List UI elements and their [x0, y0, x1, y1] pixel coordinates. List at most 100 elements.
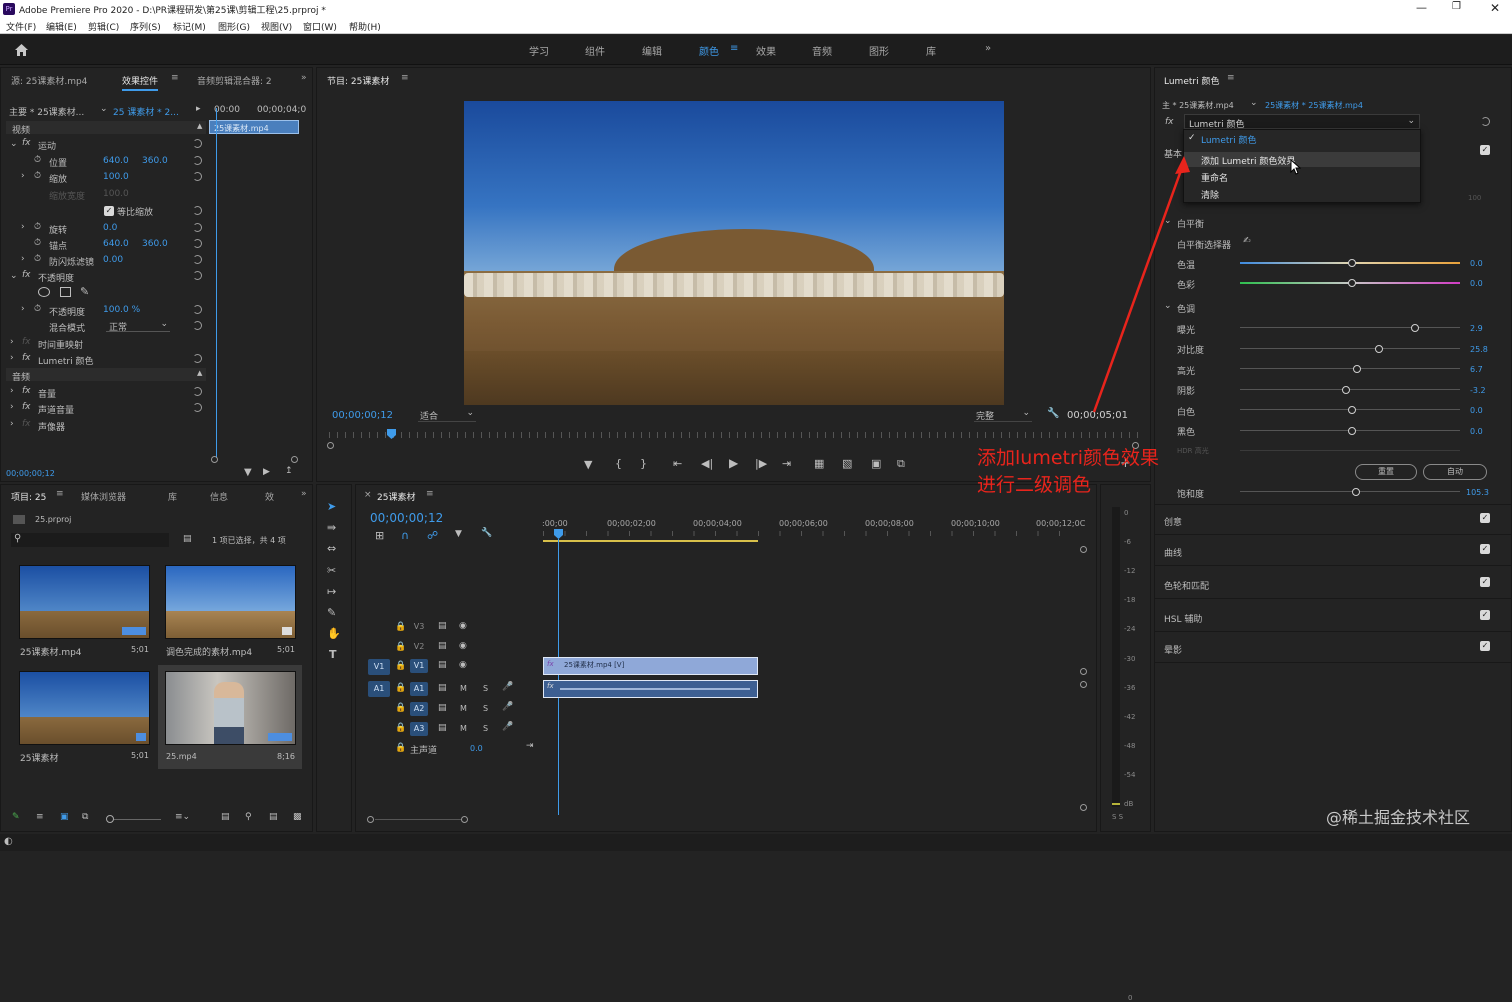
lock-icon[interactable]: 🔒 — [395, 723, 406, 733]
video-frame[interactable] — [464, 101, 1004, 405]
expand-icon[interactable]: › — [10, 402, 14, 412]
section-curves[interactable]: 曲线 — [1164, 546, 1182, 559]
work-area-bar[interactable] — [543, 540, 758, 542]
panner-label[interactable]: 声像器 — [38, 420, 65, 433]
zoom-handle-left[interactable] — [211, 456, 218, 463]
contrast-knob[interactable] — [1375, 345, 1383, 353]
timeline-timecode[interactable]: 00;00;00;12 — [370, 511, 443, 525]
timeline-settings-icon[interactable]: 🔧 — [481, 528, 492, 538]
lock-icon[interactable]: 🔒 — [395, 703, 406, 713]
sync-lock-icon[interactable]: ▤ — [438, 703, 447, 713]
lock-icon[interactable]: 🔒 — [395, 642, 406, 652]
ec-playhead[interactable] — [216, 108, 217, 458]
project-thumb[interactable] — [165, 565, 296, 639]
filter-icon[interactable]: ▼ — [244, 467, 252, 478]
chevron-down-icon[interactable]: ⌄ — [1250, 98, 1258, 108]
sort-icon[interactable]: ≡⌄ — [175, 812, 190, 822]
tab-effect-controls[interactable]: 效果控件 — [122, 74, 159, 91]
master-clip-label[interactable]: 主要 * 25课素材... — [9, 105, 84, 118]
project-search-input[interactable]: ⚲ — [11, 533, 169, 547]
hand-tool-icon[interactable]: ✋ — [327, 627, 341, 640]
reset-icon[interactable] — [193, 321, 202, 330]
opacity-value[interactable]: 100.0 % — [103, 305, 140, 315]
find-icon[interactable]: ⚲ — [245, 812, 252, 822]
menu-item-lumetri[interactable]: Lumetri 颜色 — [1201, 133, 1256, 146]
camera-icon[interactable]: ▣ — [871, 457, 881, 470]
project-thumb[interactable] — [19, 565, 150, 639]
channel-volume-label[interactable]: 声道音量 — [38, 403, 74, 416]
expand-icon[interactable]: › — [10, 353, 14, 363]
wheels-enable-checkbox[interactable]: ✓ — [1480, 577, 1490, 587]
anchor-y-value[interactable]: 360.0 — [142, 239, 168, 249]
menu-edit[interactable]: 编辑(E) — [46, 20, 77, 33]
slip-tool-icon[interactable]: ↦ — [327, 585, 336, 598]
stopwatch-icon[interactable]: ⏱ — [34, 155, 41, 165]
ec-timecode[interactable]: 00;00;00;12 — [6, 469, 55, 478]
lumetri-panel-title[interactable]: Lumetri 颜色 — [1164, 74, 1219, 87]
stopwatch-icon[interactable]: ⏱ — [34, 254, 41, 264]
restore-icon[interactable]: ❐ — [1452, 1, 1461, 12]
panel-menu-icon[interactable]: ≡ — [426, 489, 434, 499]
track-target-v1[interactable]: V1 — [410, 659, 428, 673]
ec-clip-bar[interactable]: 25课素材.mp4 — [209, 120, 299, 134]
hsl-enable-checkbox[interactable]: ✓ — [1480, 610, 1490, 620]
go-to-end-icon[interactable]: ⇥ — [526, 741, 534, 751]
export-icon[interactable]: ↥ — [285, 466, 293, 476]
fx-icon[interactable]: fx — [22, 386, 31, 396]
extract-icon[interactable]: ▧ — [842, 457, 852, 470]
track-target-v2[interactable]: V2 — [410, 640, 428, 654]
panel-menu-icon[interactable]: ≡ — [171, 73, 179, 83]
workspace-menu-icon[interactable]: ≡ — [730, 43, 738, 54]
auto-button[interactable]: 自动 — [1423, 464, 1487, 480]
reset-icon[interactable] — [193, 206, 202, 215]
position-x-value[interactable]: 640.0 — [103, 156, 129, 166]
reset-icon[interactable] — [193, 354, 202, 363]
close-icon[interactable]: ✕ — [1490, 1, 1500, 15]
blacks-value[interactable]: 0.0 — [1470, 427, 1483, 436]
sync-lock-icon[interactable]: ▤ — [438, 660, 447, 670]
mute-button[interactable]: M — [460, 724, 467, 733]
volume-label[interactable]: 音量 — [38, 387, 56, 400]
monitor-zoom-left[interactable] — [327, 442, 334, 449]
more-tabs-icon[interactable]: » — [301, 489, 307, 499]
quality-select[interactable]: 完整 ⌄ — [974, 408, 1032, 422]
whites-knob[interactable] — [1348, 406, 1356, 414]
contrast-slider[interactable] — [1240, 348, 1460, 349]
pencil-icon[interactable]: ✎ — [12, 812, 20, 822]
panel-menu-icon[interactable]: ≡ — [56, 489, 64, 499]
temperature-value[interactable]: 0.0 — [1470, 259, 1483, 268]
lock-icon[interactable]: 🔒 — [395, 683, 406, 693]
shadows-value[interactable]: -3.2 — [1470, 386, 1486, 395]
curves-enable-checkbox[interactable]: ✓ — [1480, 544, 1490, 554]
reset-icon[interactable] — [193, 239, 202, 248]
microphone-icon[interactable]: 🎤 — [502, 702, 513, 712]
shadows-slider[interactable] — [1240, 389, 1460, 390]
mute-button[interactable]: M — [460, 684, 467, 693]
contrast-value[interactable]: 25.8 — [1470, 345, 1488, 354]
reset-button[interactable]: 重置 — [1355, 464, 1417, 480]
rectangle-mask-icon[interactable] — [60, 287, 71, 297]
exposure-value[interactable]: 2.9 — [1470, 324, 1483, 333]
rotation-value[interactable]: 0.0 — [103, 223, 117, 233]
zoom-handle-right[interactable] — [291, 456, 298, 463]
sync-lock-icon[interactable]: ▤ — [438, 723, 447, 733]
pen-tool-icon[interactable]: ✎ — [327, 606, 336, 619]
pen-mask-icon[interactable]: ✎ — [80, 285, 89, 298]
tab-project[interactable]: 项目: 25 — [11, 490, 46, 503]
creative-enable-checkbox[interactable]: ✓ — [1480, 513, 1490, 523]
go-to-in-icon[interactable]: ⇤ — [673, 457, 682, 470]
section-vignette[interactable]: 晕影 — [1164, 643, 1182, 656]
h-scroll-right[interactable] — [461, 816, 468, 823]
lumetri-instance-dropdown[interactable]: Lumetri 颜色 ⌄ — [1184, 114, 1420, 130]
more-tabs-icon[interactable]: » — [301, 73, 307, 83]
sync-lock-icon[interactable]: ▤ — [438, 621, 447, 631]
minimize-icon[interactable]: — — [1416, 1, 1427, 14]
list-view-icon[interactable]: ≡ — [36, 812, 44, 822]
zoom-slider-knob[interactable] — [106, 815, 114, 823]
saturation-knob[interactable] — [1352, 488, 1360, 496]
menu-help[interactable]: 帮助(H) — [349, 20, 381, 33]
new-bin-icon[interactable]: ▤ — [183, 534, 192, 544]
menu-graphics[interactable]: 图形(G) — [218, 20, 250, 33]
tint-value[interactable]: 0.0 — [1470, 279, 1483, 288]
step-back-icon[interactable]: ◀| — [701, 457, 713, 470]
